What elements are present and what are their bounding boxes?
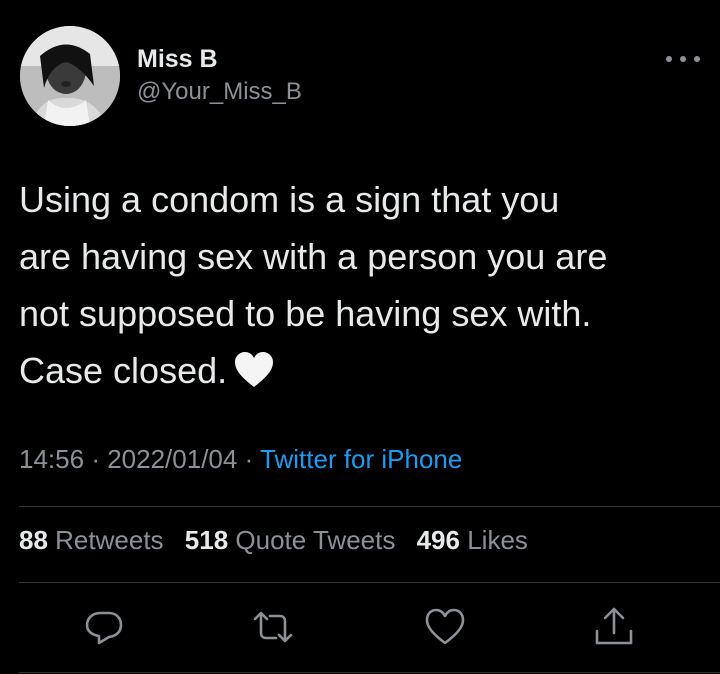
retweets-count: 88 [19, 525, 48, 555]
tweet-date[interactable]: 2022/01/04 [107, 444, 237, 474]
likes-count: 496 [416, 525, 460, 555]
avatar[interactable] [20, 26, 120, 126]
retweets-label: Retweets [55, 525, 164, 555]
profile-photo-icon [20, 26, 120, 126]
tweet-line: Case closed. [19, 350, 228, 391]
tweet-actions-bar [0, 605, 720, 651]
likes-label: Likes [467, 525, 528, 555]
white-heart-emoji-icon [233, 348, 275, 387]
divider [19, 672, 720, 673]
tweet-card: Miss B @Your_Miss_B Using a condom is a … [0, 0, 720, 674]
tweet-line: not supposed to be having sex with. [19, 293, 592, 334]
divider [19, 582, 720, 583]
tweet-source-link[interactable]: Twitter for iPhone [260, 444, 462, 474]
divider [19, 506, 720, 507]
separator: · [91, 444, 100, 474]
separator: · [244, 444, 254, 474]
quote-tweets-label: Quote Tweets [235, 525, 396, 555]
tweet-meta: 14:56 · 2022/01/04 · Twitter for iPhone [19, 444, 462, 475]
dot [694, 56, 700, 62]
quote-tweets-stat[interactable]: 518 Quote Tweets [185, 525, 396, 555]
retweet-icon [253, 611, 293, 643]
retweet-button[interactable] [251, 605, 295, 649]
dot [666, 56, 672, 62]
tweet-line: are having sex with a person you are [19, 236, 608, 277]
user-handle[interactable]: @Your_Miss_B [137, 77, 302, 107]
display-name[interactable]: Miss B [137, 44, 302, 74]
like-icon [425, 608, 465, 645]
share-button[interactable] [592, 605, 636, 649]
reply-button[interactable] [82, 605, 126, 649]
tweet-line-last: Case closed. [19, 342, 709, 399]
quote-tweets-count: 518 [184, 525, 229, 555]
like-button[interactable] [423, 605, 467, 649]
tweet-time[interactable]: 14:56 [19, 444, 84, 474]
likes-stat[interactable]: 496 Likes [417, 525, 528, 555]
more-options-icon[interactable] [666, 52, 700, 66]
tweet-line: Using a condom is a sign that you [19, 179, 560, 220]
retweets-stat[interactable]: 88 Retweets [19, 525, 164, 555]
reply-icon [85, 611, 123, 645]
share-icon [595, 607, 633, 645]
tweet-stats: 88 Retweets 518 Quote Tweets 496 Likes [19, 525, 528, 556]
dot [680, 56, 686, 62]
tweet-text: Using a condom is a sign that you are ha… [19, 171, 709, 399]
